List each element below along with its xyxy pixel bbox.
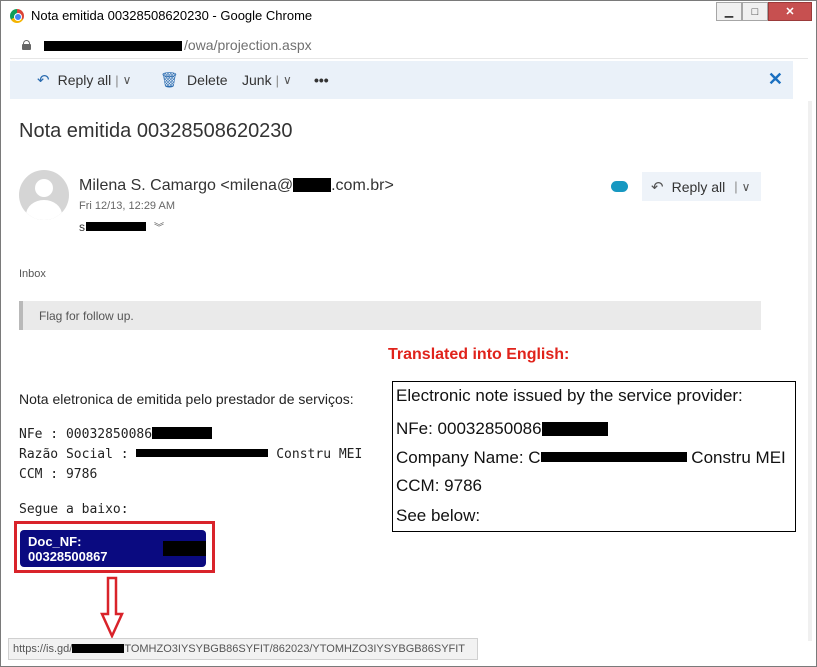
translation-heading: Translated into English:	[388, 346, 570, 363]
nfe-redaction	[152, 427, 213, 439]
status-url-redaction	[72, 644, 125, 653]
razao-line: Razão Social : Constru MEI	[19, 447, 362, 462]
minimize-button[interactable]: ▁	[716, 2, 742, 21]
doc-nf-label: Doc_NF: 00328500867	[28, 533, 108, 564]
translation-nfe-text: NFe: 00032850086	[396, 419, 542, 438]
message-toolbar: ↶ Reply all | ∨ 🗑 Delete Junk | ∨ ••• ✕	[10, 61, 793, 99]
chevron-down-icon[interactable]: ∨	[123, 73, 132, 87]
nfe-text: NFe : 00032850086	[19, 427, 153, 442]
nfe-line: NFe : 00032850086	[19, 427, 213, 442]
avatar	[19, 170, 69, 220]
junk-label: Junk	[242, 72, 272, 88]
delete-label: Delete	[187, 72, 228, 88]
window-controls: ▁ □ ✕	[716, 2, 812, 21]
razao-redaction	[136, 449, 269, 457]
status-url-end: TOMHZO3IYSYBGB86SYFIT/862023/YTOMHZO3IYS…	[124, 643, 466, 655]
toolbar-separator: |	[115, 72, 119, 88]
translation-company-redaction	[540, 452, 687, 462]
doc-nf-link-button[interactable]: Doc_NF: 00328500867	[20, 530, 206, 567]
doc-nf-redaction	[162, 541, 206, 556]
scrollbar[interactable]	[808, 101, 812, 641]
message-date: Fri 12/13, 12:29 AM	[79, 200, 175, 212]
razao-label: Razão Social :	[19, 447, 137, 462]
junk-button[interactable]: Junk | ∨	[242, 61, 292, 99]
expand-recipients-icon[interactable]: ︾	[154, 223, 164, 234]
lock-icon	[22, 40, 31, 50]
toolbar-separator: |	[734, 179, 738, 194]
message-subject: Nota emitida 00328508620230	[19, 120, 293, 142]
more-actions-button[interactable]: •••	[314, 61, 329, 99]
arrow-down-icon	[100, 576, 124, 638]
sender-line[interactable]: Milena S. Camargo <milena@ .com.br>	[79, 177, 394, 195]
url-path: /owa/projection.aspx	[184, 37, 312, 53]
window-title: Nota emitida 00328508620230 - Google Chr…	[31, 8, 313, 23]
translation-line-2: NFe: 00032850086	[396, 419, 608, 439]
address-bar[interactable]: /owa/projection.aspx	[10, 33, 808, 59]
delete-button[interactable]: 🗑 Delete	[160, 61, 228, 99]
razao-suffix: Constru MEI	[268, 447, 363, 462]
translation-line-3: Company Name: C Constru MEI	[396, 448, 786, 468]
sender-domain: .com.br>	[331, 177, 394, 194]
translation-company-label: Company Name: C	[396, 448, 541, 467]
reply-all-button[interactable]: ↶ Reply all | ∨	[642, 172, 761, 201]
segue-line: Segue a baixo:	[19, 502, 129, 517]
ccm-line: CCM : 9786	[19, 467, 98, 482]
url-host-redaction	[44, 41, 182, 51]
chevron-down-icon[interactable]: ∨	[283, 73, 292, 87]
translation-company-suffix: Constru MEI	[686, 448, 786, 467]
translation-line-5: See below:	[396, 506, 481, 525]
person-icon	[35, 179, 53, 197]
flag-infobar[interactable]: Flag for follow up.	[19, 301, 761, 330]
browser-window: Nota emitida 00328508620230 - Google Chr…	[0, 0, 817, 667]
chevron-down-icon[interactable]: ∨	[742, 180, 751, 194]
reply-all-icon: ↶	[651, 178, 664, 196]
status-url-start: https://is.gd/	[13, 643, 73, 655]
folder-label: Inbox	[19, 268, 46, 280]
recipient-line[interactable]: s ︾	[79, 219, 164, 234]
maximize-button[interactable]: □	[742, 2, 768, 21]
close-icon[interactable]: ✕	[768, 69, 783, 90]
recipient-prefix: s	[79, 220, 85, 234]
body-intro: Nota eletronica de emitida pelo prestado…	[19, 391, 354, 407]
sender-name: Milena S. Camargo <milena@	[79, 177, 294, 194]
chrome-icon	[10, 9, 24, 23]
recipient-redaction	[86, 222, 146, 231]
reply-all-label: Reply all	[57, 72, 112, 88]
reply-all-toolbar-button[interactable]: ↶ Reply all | ∨	[37, 61, 131, 99]
trash-icon: 🗑	[160, 72, 180, 89]
salesforce-icon[interactable]	[611, 181, 628, 192]
translation-line-4: CCM: 9786	[396, 476, 482, 495]
title-bar: Nota emitida 00328508620230 - Google Chr…	[1, 1, 816, 31]
translation-nfe-redaction	[541, 422, 608, 436]
translation-line-1: Electronic note issued by the service pr…	[396, 386, 743, 405]
flag-text: Flag for follow up.	[39, 309, 134, 323]
translation-box: Electronic note issued by the service pr…	[392, 381, 796, 532]
toolbar-separator: |	[275, 72, 279, 88]
reply-all-icon: ↶	[37, 72, 50, 89]
close-window-button[interactable]: ✕	[768, 2, 812, 21]
status-bar-url: https://is.gd/TOMHZO3IYSYBGB86SYFIT/8620…	[8, 638, 478, 660]
email-redaction	[293, 178, 332, 192]
reply-all-label: Reply all	[671, 178, 726, 195]
